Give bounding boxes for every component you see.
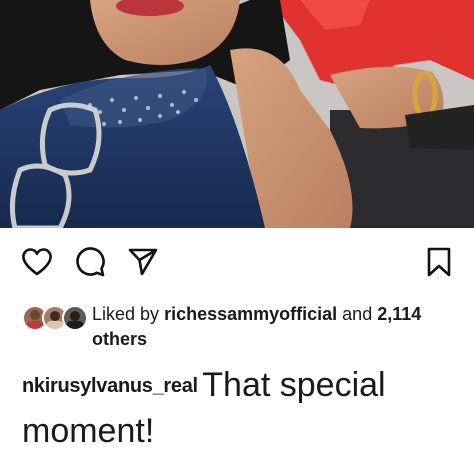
like-button[interactable] [19, 244, 55, 280]
share-button[interactable] [125, 244, 161, 280]
avatar[interactable] [62, 305, 88, 331]
likes-count[interactable]: 2,114 [377, 304, 421, 324]
liked-by-username[interactable]: richessammyofficial [164, 304, 337, 324]
paper-plane-icon [127, 247, 159, 277]
comment-button[interactable] [72, 244, 108, 280]
save-button[interactable] [421, 244, 457, 280]
caption-username[interactable]: nkirusylvanus_real [22, 375, 198, 397]
likes-prefix: Liked by [92, 304, 160, 324]
likes-text: Liked by richessammyofficial and 2,114 o… [92, 302, 462, 352]
likes-others[interactable]: others [92, 329, 147, 349]
comment-bubble-icon [74, 246, 106, 278]
post-photo[interactable] [0, 0, 474, 228]
likes-and: and [342, 304, 373, 324]
post-caption: nkirusylvanus_real That special moment! [22, 362, 462, 454]
heart-icon [21, 247, 53, 277]
liker-avatars [22, 305, 88, 331]
bookmark-icon [426, 246, 452, 278]
post-actions [0, 244, 474, 288]
likes-summary: Liked by richessammyofficial and 2,114 o… [22, 302, 462, 352]
